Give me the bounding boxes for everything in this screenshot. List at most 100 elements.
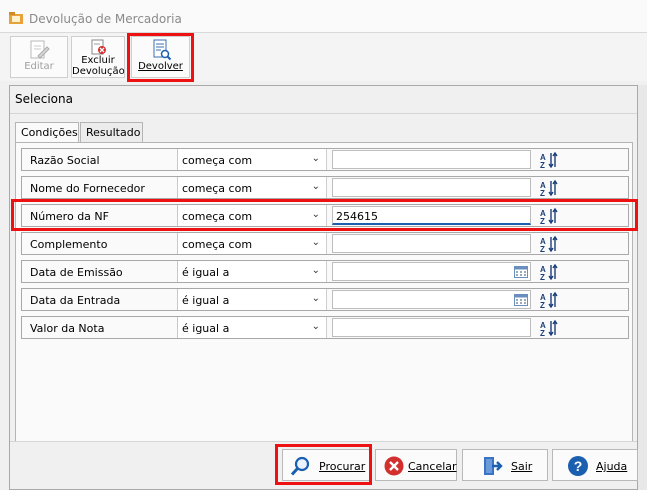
- operator-value: é igual a: [182, 322, 230, 335]
- row-label: Número da NF: [30, 210, 109, 223]
- value-input[interactable]: [332, 318, 531, 337]
- tab-condicoes[interactable]: Condições: [15, 122, 79, 143]
- sort-icon[interactable]: A Z: [540, 151, 558, 169]
- help-icon: ?: [568, 456, 588, 476]
- sort-icon[interactable]: A Z: [540, 291, 558, 309]
- value-input[interactable]: 254615: [332, 206, 531, 225]
- search-label-text: Procurar: [319, 460, 366, 473]
- svg-text:?: ?: [574, 458, 583, 474]
- condition-row-complemento: Complemento começa com ⌄ A Z: [21, 232, 629, 255]
- chevron-down-icon: ⌄: [311, 209, 320, 220]
- operator-select[interactable]: começa com ⌄: [178, 205, 327, 226]
- search-button[interactable]: Procurar: [282, 449, 370, 481]
- operator-select[interactable]: começa com ⌄: [178, 177, 327, 198]
- condition-row-nome-fornecedor: Nome do Fornecedor começa com ⌄ A Z: [21, 176, 629, 199]
- condition-row-data-entrada: Data da Entrada é igual a ⌄ A Z: [21, 288, 629, 311]
- dialog-title: Seleciona: [15, 92, 73, 106]
- svg-text:Z: Z: [540, 245, 545, 253]
- search-label: Procurar: [319, 460, 365, 473]
- operator-value: começa com: [182, 210, 253, 223]
- operator-value: começa com: [182, 154, 253, 167]
- toolbar: Editar Excluir Devolução Devolver: [0, 33, 647, 81]
- operator-select[interactable]: é igual a ⌄: [178, 317, 327, 338]
- return-document-icon: [153, 39, 171, 61]
- condition-row-numero-nf: Número da NF começa com ⌄ 254615 A Z: [21, 204, 629, 227]
- return-button[interactable]: Devolver: [131, 36, 190, 78]
- search-icon: [290, 456, 310, 476]
- sort-icon[interactable]: A Z: [540, 319, 558, 337]
- tab-resultado-label: Resultado: [86, 126, 141, 139]
- cancel-label-text: Cancelar: [408, 460, 457, 473]
- chevron-down-icon: ⌄: [311, 181, 320, 192]
- chevron-down-icon: ⌄: [311, 237, 320, 248]
- edit-icon: [30, 40, 50, 59]
- title-bar: Devolução de Mercadoria: [0, 0, 647, 33]
- exit-icon: [484, 457, 503, 475]
- delete-icon: [91, 39, 106, 55]
- operator-select[interactable]: começa com ⌄: [178, 233, 327, 254]
- row-label: Data da Entrada: [30, 294, 121, 307]
- tab-condicoes-label: Condições: [21, 126, 78, 139]
- svg-text:Z: Z: [540, 329, 545, 337]
- operator-value: é igual a: [182, 266, 230, 279]
- background-window-edge: [637, 85, 647, 490]
- exit-label: Sair: [511, 460, 532, 473]
- delete-label-line1: Excluir: [81, 55, 115, 66]
- svg-text:Z: Z: [540, 161, 545, 169]
- folder-icon: [9, 12, 23, 24]
- delete-label-line2: Devolução: [72, 66, 125, 77]
- condition-row-razao-social: Razão Social começa com ⌄ A Z: [21, 148, 629, 171]
- cancel-label: Cancelar: [408, 460, 457, 473]
- operator-value: começa com: [182, 182, 253, 195]
- sort-icon[interactable]: A Z: [540, 235, 558, 253]
- calendar-icon[interactable]: [514, 265, 528, 278]
- calendar-icon[interactable]: [514, 293, 528, 306]
- dialog-title-separator: [10, 113, 637, 114]
- condition-row-valor-nota: Valor da Nota é igual a ⌄ A Z: [21, 316, 629, 339]
- sort-icon[interactable]: A Z: [540, 207, 558, 225]
- value-input[interactable]: [332, 150, 531, 169]
- delete-return-button[interactable]: Excluir Devolução: [71, 36, 125, 78]
- help-button[interactable]: ? Ajuda: [552, 449, 638, 481]
- row-label: Complemento: [30, 238, 108, 251]
- operator-value: é igual a: [182, 294, 230, 307]
- help-label: Ajuda: [596, 460, 627, 473]
- condition-row-data-emissao: Data de Emissão é igual a ⌄ A Z: [21, 260, 629, 283]
- svg-text:Z: Z: [540, 189, 545, 197]
- svg-text:Z: Z: [540, 273, 545, 281]
- sort-icon[interactable]: A Z: [540, 179, 558, 197]
- footer-separator: [10, 441, 637, 442]
- row-label: Nome do Fornecedor: [30, 182, 145, 195]
- row-label: Valor da Nota: [30, 322, 105, 335]
- exit-label-text: Sair: [511, 460, 533, 473]
- cancel-button[interactable]: Cancelar: [375, 449, 457, 481]
- return-label-text: Devolver: [138, 61, 183, 72]
- tab-resultado[interactable]: Resultado: [80, 122, 143, 142]
- chevron-down-icon: ⌄: [311, 265, 320, 276]
- value-text: 254615: [336, 210, 378, 223]
- chevron-down-icon: ⌄: [311, 293, 320, 304]
- edit-label: Editar: [24, 61, 54, 72]
- operator-select[interactable]: é igual a ⌄: [178, 289, 327, 310]
- svg-text:Z: Z: [540, 217, 545, 225]
- row-label: Data de Emissão: [30, 266, 123, 279]
- exit-button[interactable]: Sair: [462, 449, 548, 481]
- help-label-text: Ajuda: [596, 460, 628, 473]
- edit-button[interactable]: Editar: [10, 36, 68, 78]
- row-label: Razão Social: [30, 154, 100, 167]
- chevron-down-icon: ⌄: [311, 321, 320, 332]
- svg-text:Z: Z: [540, 301, 545, 309]
- return-label: Devolver: [132, 61, 189, 72]
- operator-select[interactable]: é igual a ⌄: [178, 261, 327, 282]
- date-input[interactable]: [332, 290, 531, 309]
- window-title: Devolução de Mercadoria: [29, 12, 182, 26]
- sort-icon[interactable]: A Z: [540, 263, 558, 281]
- operator-select[interactable]: começa com ⌄: [178, 149, 327, 170]
- value-input[interactable]: [332, 234, 531, 253]
- date-input[interactable]: [332, 262, 531, 281]
- value-input[interactable]: [332, 178, 531, 197]
- conditions-panel: Razão Social começa com ⌄ A Z Nome do Fo…: [15, 142, 633, 442]
- cancel-icon: [384, 456, 404, 476]
- chevron-down-icon: ⌄: [311, 153, 320, 164]
- operator-value: começa com: [182, 238, 253, 251]
